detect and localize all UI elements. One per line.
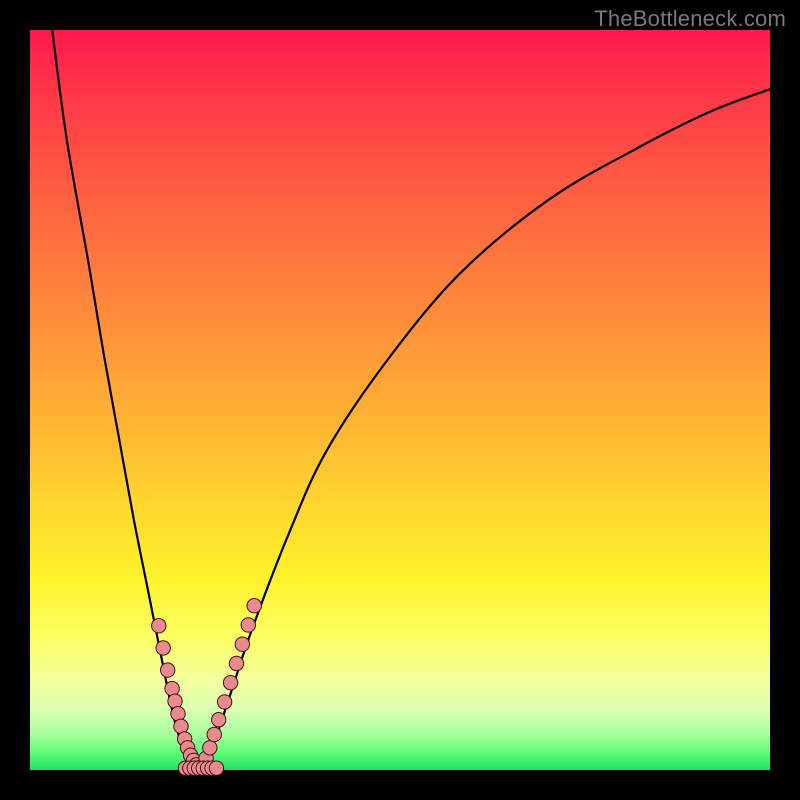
- left-dots-point: [171, 707, 185, 721]
- right-curve: [200, 89, 770, 770]
- right-dots-point: [247, 599, 261, 613]
- figure-frame: TheBottleneck.com: [0, 0, 800, 800]
- left-dots-point: [156, 641, 170, 655]
- left-dots-point: [165, 681, 179, 695]
- right-dots-point: [235, 637, 249, 651]
- left-dots-point: [160, 663, 174, 677]
- left-dots-point: [152, 619, 166, 633]
- left-curve: [52, 30, 200, 770]
- right-dots-point: [203, 741, 217, 755]
- right-dots-point: [212, 712, 226, 726]
- right-dots-point: [217, 695, 231, 709]
- right-dots-point: [229, 656, 243, 670]
- bottom-dots-point: [209, 761, 223, 775]
- right-dots-point: [241, 618, 255, 632]
- right-dots-point: [207, 727, 221, 741]
- left-dots-point: [168, 694, 182, 708]
- chart-svg: [30, 30, 770, 770]
- dot-markers: [152, 599, 262, 776]
- watermark-text: TheBottleneck.com: [594, 6, 786, 32]
- right-dots-point: [223, 675, 237, 689]
- curve-paths: [52, 30, 770, 770]
